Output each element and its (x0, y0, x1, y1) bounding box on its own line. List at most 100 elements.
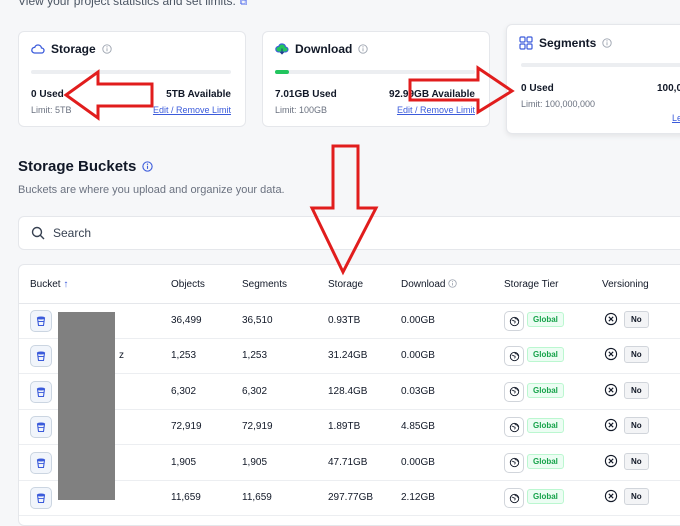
close-circle-icon (604, 454, 618, 467)
segments-cell: 72,919 (242, 421, 273, 433)
download-cell: 0.00GB (401, 456, 435, 468)
download-card-header: Download (275, 42, 368, 56)
table-row[interactable]: 6,302 6,302 128.4GB 0.03GB Global No (19, 374, 680, 410)
versioning-badge: No (624, 452, 649, 470)
close-circle-icon (604, 419, 618, 432)
segments-edit-limit-link[interactable]: Le (672, 113, 680, 123)
tier-badge: Global (527, 418, 564, 434)
search-icon (31, 226, 45, 240)
table-row[interactable]: 11,659 11,659 297.77GB 2.12GB Global No (19, 480, 680, 516)
col-storage-tier[interactable]: Storage Tier (504, 279, 558, 290)
download-card-title: Download (295, 42, 353, 56)
tier-badge: Global (527, 489, 564, 504)
close-circle-icon (604, 312, 618, 326)
col-objects[interactable]: Objects (171, 279, 205, 290)
versioning-badge: No (624, 417, 649, 435)
sort-up-icon[interactable]: ↑ (63, 279, 68, 290)
close-circle-icon (604, 489, 618, 503)
table-row[interactable]: 1,905 1,905 47.71GB 0.00GB Global No (19, 445, 680, 481)
page-subtitle: View your project statistics and set lim… (18, 0, 247, 8)
segments-cell: 1,905 (242, 456, 268, 468)
download-card: Download 7.01GB Used 92.99GB Available L… (262, 31, 490, 127)
buckets-subtitle: Buckets are where you upload and organiz… (18, 184, 285, 196)
buckets-title: Storage Buckets (18, 158, 137, 175)
segments-used: 0 Used (521, 83, 554, 94)
globe-icon (504, 311, 524, 331)
segments-available: 100,0 (657, 83, 680, 94)
cloud-icon (31, 44, 45, 54)
download-cell: 0.00GB (401, 315, 435, 326)
storage-card: Storage 0 Used 5TB Available Limit: 5TB … (18, 31, 246, 127)
table-row[interactable]: 36,499 36,510 0.93TB 0.00GB Global No (19, 303, 680, 339)
objects-cell: 6,302 (171, 385, 197, 397)
storage-card-header: Storage (31, 42, 112, 56)
table-header: Bucket ↑ Objects Segments Storage Downlo… (19, 265, 680, 304)
storage-available: 5TB Available (166, 89, 231, 100)
bucket-icon (30, 487, 52, 509)
storage-cell: 128.4GB (328, 385, 368, 397)
segments-cell: 11,659 (242, 492, 272, 503)
close-circle-icon (604, 348, 618, 361)
globe-icon (504, 381, 524, 402)
redaction-block (58, 312, 115, 500)
close-circle-icon (604, 383, 618, 396)
col-bucket[interactable]: Bucket ↑ (30, 279, 68, 290)
tier-badge: Global (527, 312, 564, 327)
storage-edit-limit-link[interactable]: Edit / Remove Limit (153, 105, 231, 115)
col-segments[interactable]: Segments (242, 279, 287, 290)
storage-card-title: Storage (51, 42, 96, 56)
objects-cell: 11,659 (171, 492, 201, 503)
segments-card-header: Segments (519, 36, 613, 50)
download-limit: Limit: 100GB (275, 105, 328, 115)
bucket-icon (30, 345, 52, 368)
objects-cell: 1,905 (171, 456, 197, 468)
table-row[interactable]: z 1,253 1,253 31.24GB 0.00GB Global No (19, 338, 680, 375)
tier-badge: Global (527, 347, 564, 363)
section-title: Storage Buckets (18, 158, 154, 175)
buckets-table: Bucket ↑ Objects Segments Storage Downlo… (18, 264, 680, 526)
segments-icon (519, 36, 533, 50)
storage-cell: 1.89TB (328, 421, 361, 433)
search-placeholder: Search (53, 226, 92, 240)
table-row[interactable]: 72,919 72,919 1.89TB 4.85GB Global No (19, 409, 680, 446)
download-cell: 0.03GB (401, 385, 435, 397)
annotation-arrow-down (309, 144, 379, 276)
segments-progress-bar (521, 63, 680, 67)
globe-icon (504, 452, 524, 473)
bucket-icon (30, 451, 52, 474)
versioning-badge: No (624, 346, 649, 364)
bucket-name[interactable]: z (119, 350, 124, 361)
external-link-icon[interactable]: ⧉ (240, 0, 247, 8)
col-storage[interactable]: Storage (328, 279, 363, 290)
info-icon[interactable] (358, 44, 368, 54)
col-download[interactable]: Download (401, 279, 457, 290)
download-cell: 0.00GB (401, 350, 435, 362)
segments-limit: Limit: 100,000,000 (521, 99, 596, 109)
cloud-download-icon (275, 42, 289, 55)
segments-cell: 6,302 (242, 385, 268, 397)
download-available: 92.99GB Available (389, 89, 475, 100)
versioning-badge: No (624, 311, 649, 328)
col-versioning[interactable]: Versioning (602, 279, 649, 290)
bucket-icon (30, 416, 52, 439)
info-icon[interactable] (102, 44, 112, 54)
info-icon[interactable] (448, 279, 457, 288)
objects-cell: 36,499 (171, 315, 202, 326)
bucket-icon (30, 380, 52, 403)
storage-limit: Limit: 5TB (31, 105, 72, 115)
download-cell: 4.85GB (401, 421, 435, 433)
download-used: 7.01GB Used (275, 89, 337, 100)
search-input[interactable]: Search (18, 216, 680, 250)
segments-card-title: Segments (539, 36, 597, 50)
col-download-label: Download (401, 279, 446, 290)
info-icon[interactable] (602, 38, 613, 48)
col-bucket-label: Bucket (30, 279, 61, 290)
info-icon[interactable] (142, 161, 154, 172)
tier-badge: Global (527, 382, 564, 398)
bucket-icon (30, 310, 52, 332)
objects-cell: 1,253 (171, 350, 197, 362)
storage-cell: 31.24GB (328, 350, 368, 362)
download-progress-bar (275, 70, 475, 74)
storage-progress-bar (31, 70, 231, 74)
download-edit-limit-link[interactable]: Edit / Remove Limit (397, 105, 475, 115)
